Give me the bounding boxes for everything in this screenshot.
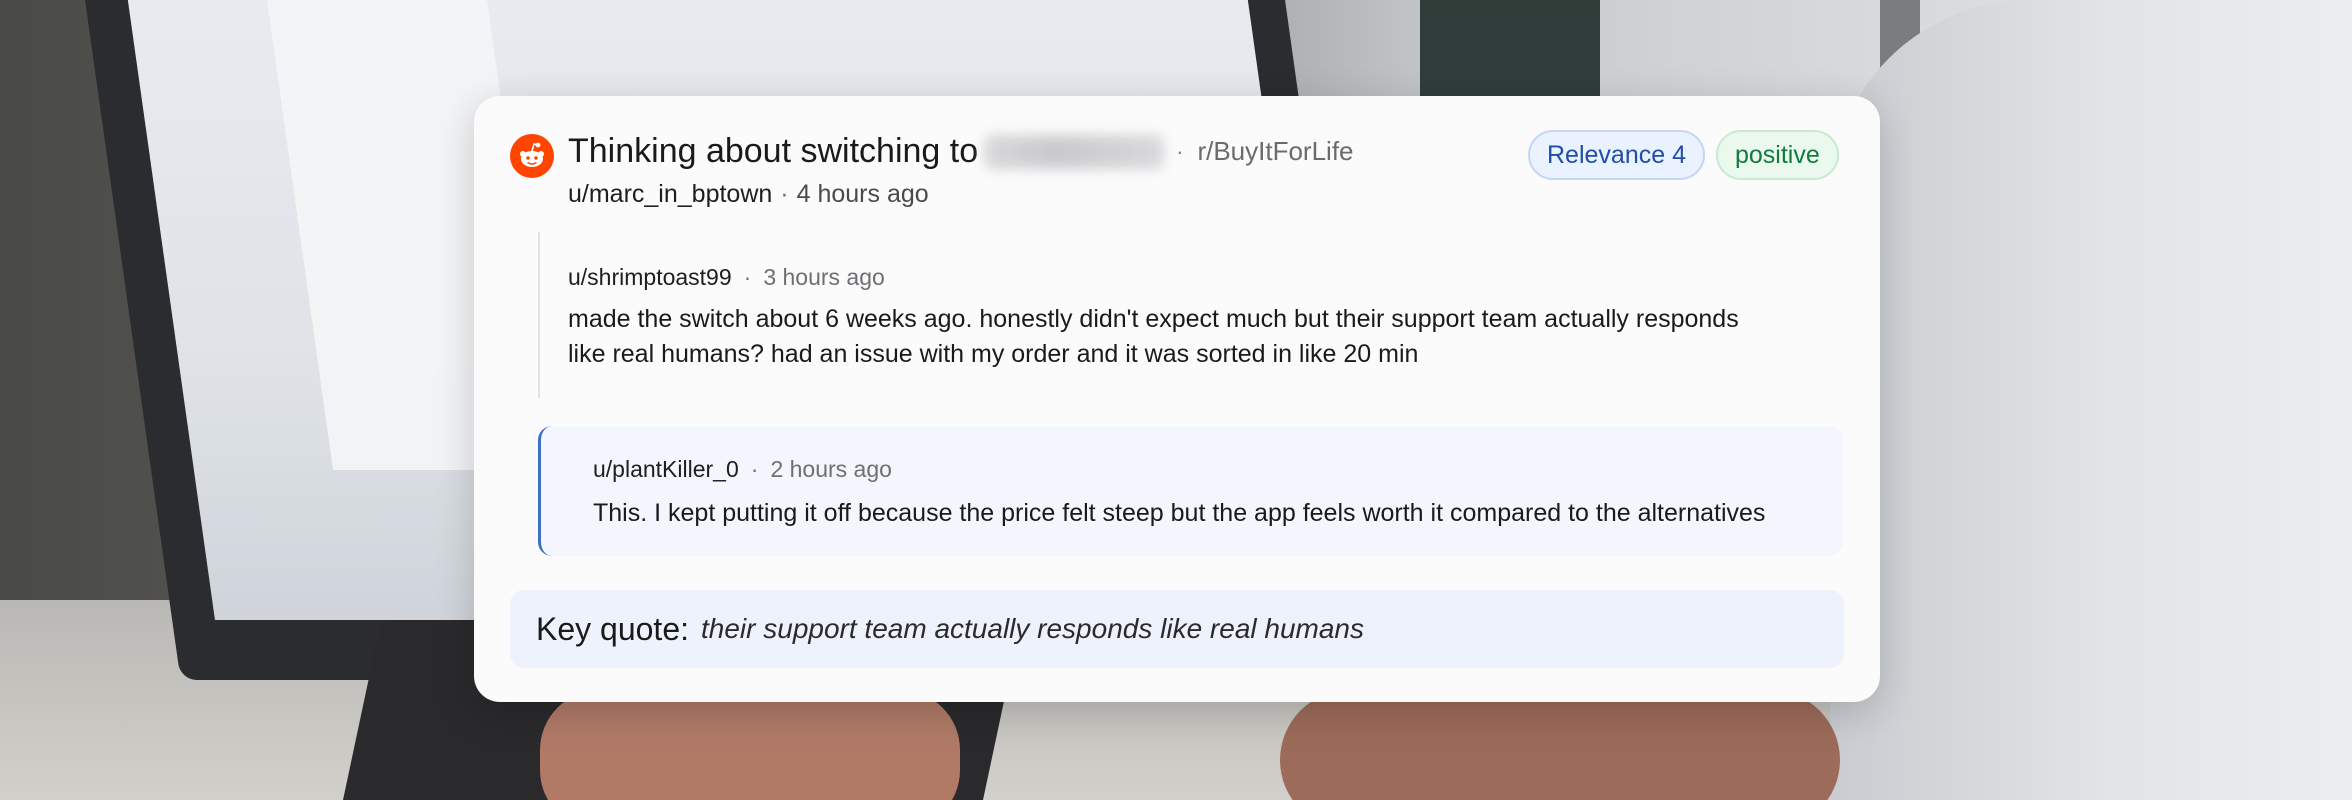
post-title[interactable]: Thinking about switching to · r/BuyItFor… <box>568 132 1354 171</box>
background-hand-left <box>540 690 960 800</box>
comment-body-line: made the switch about 6 weeks ago. hones… <box>568 305 1739 333</box>
comment-separator: · <box>750 456 759 482</box>
reddit-icon <box>510 134 554 178</box>
key-quote-label: Key quote: <box>536 610 689 647</box>
subreddit-link[interactable]: r/BuyItForLife <box>1197 136 1353 167</box>
post-meta: u/marc_in_bptown · 4 hours ago <box>568 180 929 209</box>
comment: u/shrimptoast99 · 3 hours ago made the swi… <box>538 232 1820 398</box>
key-quote-text: their support team actually responds lik… <box>701 613 1365 644</box>
key-quote-box: Key quote: their support team actually r… <box>510 590 1844 668</box>
background-person <box>1830 0 2352 800</box>
post-author[interactable]: u/marc_in_bptown <box>568 180 772 208</box>
comment-author[interactable]: u/shrimptoast99 <box>568 264 732 290</box>
highlighted-comment: u/plantKiller_0 · 2 hours ago This. I kept… <box>538 426 1843 556</box>
sentiment-badge: positive <box>1716 130 1839 180</box>
title-separator: · <box>1176 138 1184 164</box>
comment-meta: u/shrimptoast99 · 3 hours ago <box>568 264 885 291</box>
comment-author[interactable]: u/plantKiller_0 <box>593 456 739 482</box>
comment-body: made the switch about 6 weeks ago. hones… <box>568 302 1739 372</box>
relevance-badge: Relevance 4 <box>1528 130 1705 180</box>
background-hand-right <box>1280 690 1840 800</box>
meta-separator: · <box>780 180 789 208</box>
comment-time: 2 hours ago <box>770 456 892 482</box>
post-title-text: Thinking about switching to <box>568 132 979 170</box>
comment-time: 3 hours ago <box>763 264 885 290</box>
redacted-brand <box>984 134 1165 169</box>
comment-separator: · <box>743 264 752 290</box>
comment-body-line: like real humans? had an issue with my o… <box>568 340 1419 368</box>
mention-card: Thinking about switching to · r/BuyItFor… <box>474 96 1880 702</box>
comment-body: This. I kept putting it off because the … <box>593 499 1766 527</box>
post-time: 4 hours ago <box>796 180 929 208</box>
comment-meta: u/plantKiller_0 · 2 hours ago <box>593 456 892 483</box>
